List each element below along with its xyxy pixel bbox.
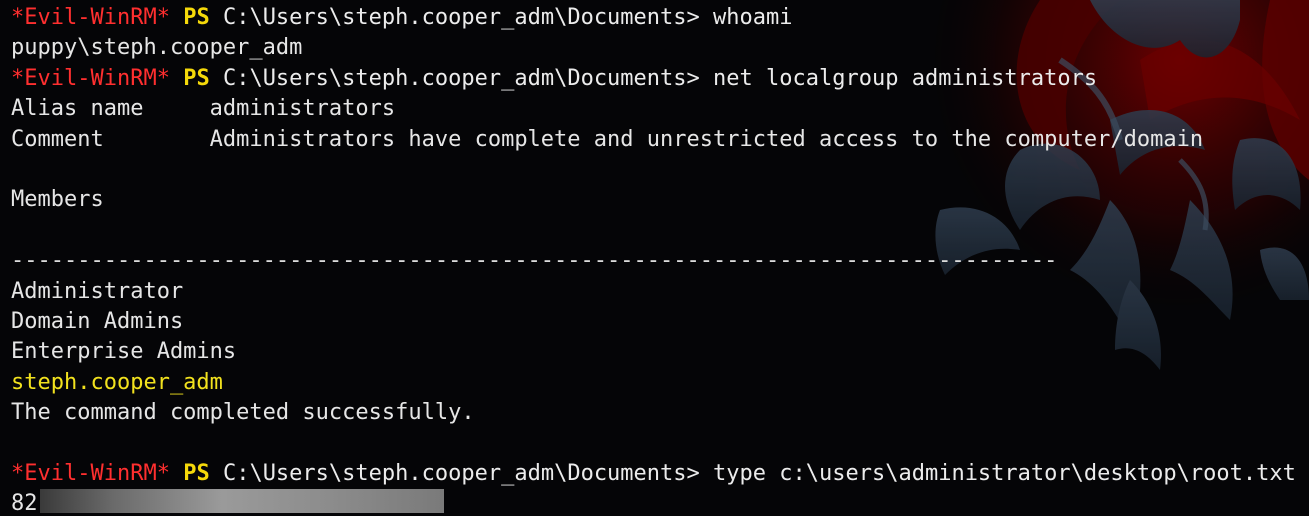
prompt-line: *Evil-WinRM* PS C:\Users\steph.cooper_ad… — [11, 459, 1296, 489]
member-item-highlighted: steph.cooper_adm — [11, 369, 223, 395]
member-item: Enterprise Admins — [11, 339, 237, 365]
redaction-bar — [40, 489, 444, 513]
terminal-output: *Evil-WinRM* PS C:\Users\steph.cooper_ad… — [11, 3, 1296, 516]
members-heading: Members — [11, 187, 104, 213]
output-line: puppy\steph.cooper_adm — [11, 35, 303, 61]
prompt-path: C:\Users\steph.cooper_adm\Documents> — [222, 65, 700, 91]
terminal-window[interactable]: *Evil-WinRM* PS C:\Users\steph.cooper_ad… — [0, 0, 1309, 516]
prompt-tag: *Evil-WinRM* — [11, 460, 170, 486]
prompt-ps: PS — [183, 460, 210, 486]
member-item: Administrator — [11, 278, 184, 304]
command-text: net localgroup administrators — [713, 65, 1098, 91]
separator-line: ----------------------------------------… — [11, 248, 1058, 274]
command-text: type c:\users\administrator\desktop\root… — [713, 460, 1296, 486]
prompt-line: *Evil-WinRM* PS C:\Users\steph.cooper_ad… — [11, 3, 1296, 33]
prompt-ps: PS — [183, 5, 210, 30]
root-hash-prefix: 82 — [11, 491, 38, 516]
prompt-path: C:\Users\steph.cooper_adm\Documents> — [222, 5, 700, 30]
output-line: Alias name administrators — [11, 96, 396, 122]
prompt-tag: *Evil-WinRM* — [11, 5, 170, 30]
prompt-path: C:\Users\steph.cooper_adm\Documents> — [222, 460, 700, 486]
prompt-ps: PS — [183, 65, 210, 91]
member-item: Domain Admins — [11, 308, 184, 334]
prompt-line: *Evil-WinRM* PS C:\Users\steph.cooper_ad… — [11, 64, 1296, 94]
command-text: whoami — [713, 5, 793, 30]
prompt-tag: *Evil-WinRM* — [11, 65, 170, 91]
output-line: The command completed successfully. — [11, 400, 475, 426]
output-line: Comment Administrators have complete and… — [11, 126, 1204, 152]
